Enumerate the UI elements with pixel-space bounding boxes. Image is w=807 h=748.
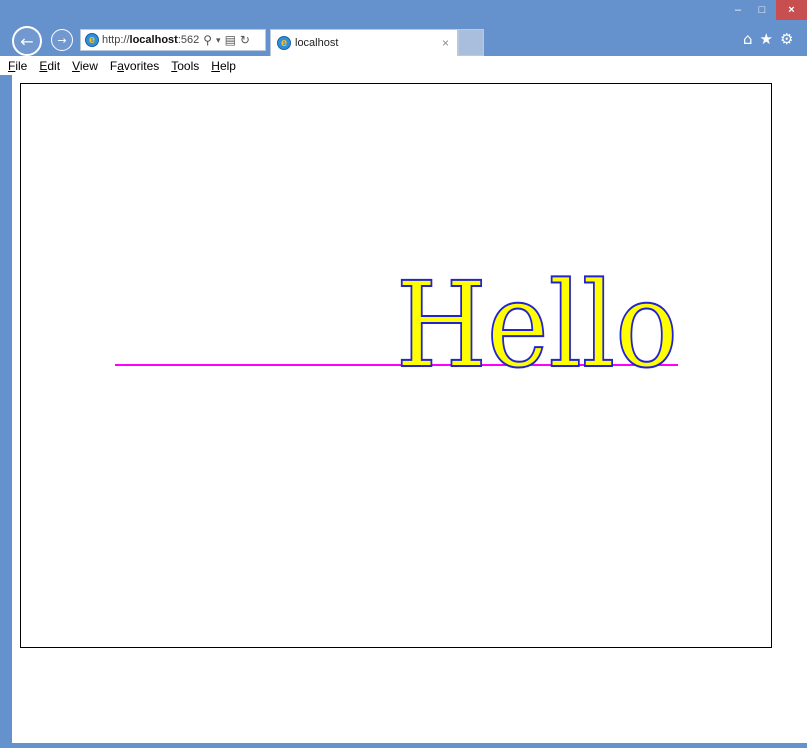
forward-button[interactable]: → <box>51 29 73 51</box>
ie-tab-icon: e <box>277 36 291 50</box>
home-icon[interactable]: ⌂ <box>743 30 753 48</box>
hello-text-graphic: Hello <box>395 255 679 395</box>
menu-view[interactable]: View <box>66 59 104 73</box>
tab-title: localhost <box>295 37 339 49</box>
canvas-area: Hello <box>20 83 772 648</box>
menu-file[interactable]: File <box>0 59 33 73</box>
back-button[interactable]: ← <box>12 26 42 56</box>
hello-text: Hello <box>396 256 678 394</box>
address-bar[interactable]: e http://localhost:562 ⚲ ▾ ▤ ↻ <box>80 29 266 51</box>
star-icon[interactable]: ★ <box>760 30 773 48</box>
minimize-button[interactable]: – <box>726 0 750 20</box>
page-content: Hello <box>12 75 807 743</box>
maximize-button[interactable]: □ <box>750 0 774 20</box>
back-arrow-icon: ← <box>20 31 34 51</box>
new-tab-button[interactable] <box>458 29 484 56</box>
chevron-down-icon[interactable]: ▾ <box>216 35 221 46</box>
menu-edit[interactable]: Edit <box>33 59 66 73</box>
browser-window: ← → e http://localhost:562 ⚲ ▾ ▤ ↻ e loc… <box>0 0 807 748</box>
compatibility-view-icon[interactable]: ▤ <box>225 33 236 47</box>
menu-bar: File Edit View Favorites Tools Help <box>0 56 807 75</box>
ie-page-icon: e <box>85 33 99 47</box>
gear-icon[interactable]: ⚙ <box>780 30 793 48</box>
refresh-icon[interactable]: ↻ <box>240 33 250 47</box>
forward-arrow-icon: → <box>57 33 67 47</box>
toolbar-icons: ⌂ ★ ⚙ <box>743 30 793 48</box>
menu-help[interactable]: Help <box>205 59 242 73</box>
tab-localhost[interactable]: e localhost × <box>270 29 458 56</box>
url-port: :562 <box>177 34 200 46</box>
search-icon[interactable]: ⚲ <box>203 33 212 47</box>
url-scheme: http:// <box>102 34 130 46</box>
menu-tools[interactable]: Tools <box>165 59 205 73</box>
menu-favorites[interactable]: Favorites <box>104 59 165 73</box>
close-tab-icon[interactable]: × <box>442 36 449 50</box>
browser-navigation-bar: ← → e http://localhost:562 ⚲ ▾ ▤ ↻ e loc… <box>0 0 807 56</box>
close-window-button[interactable]: × <box>776 0 807 20</box>
url-host: localhost <box>129 34 178 46</box>
